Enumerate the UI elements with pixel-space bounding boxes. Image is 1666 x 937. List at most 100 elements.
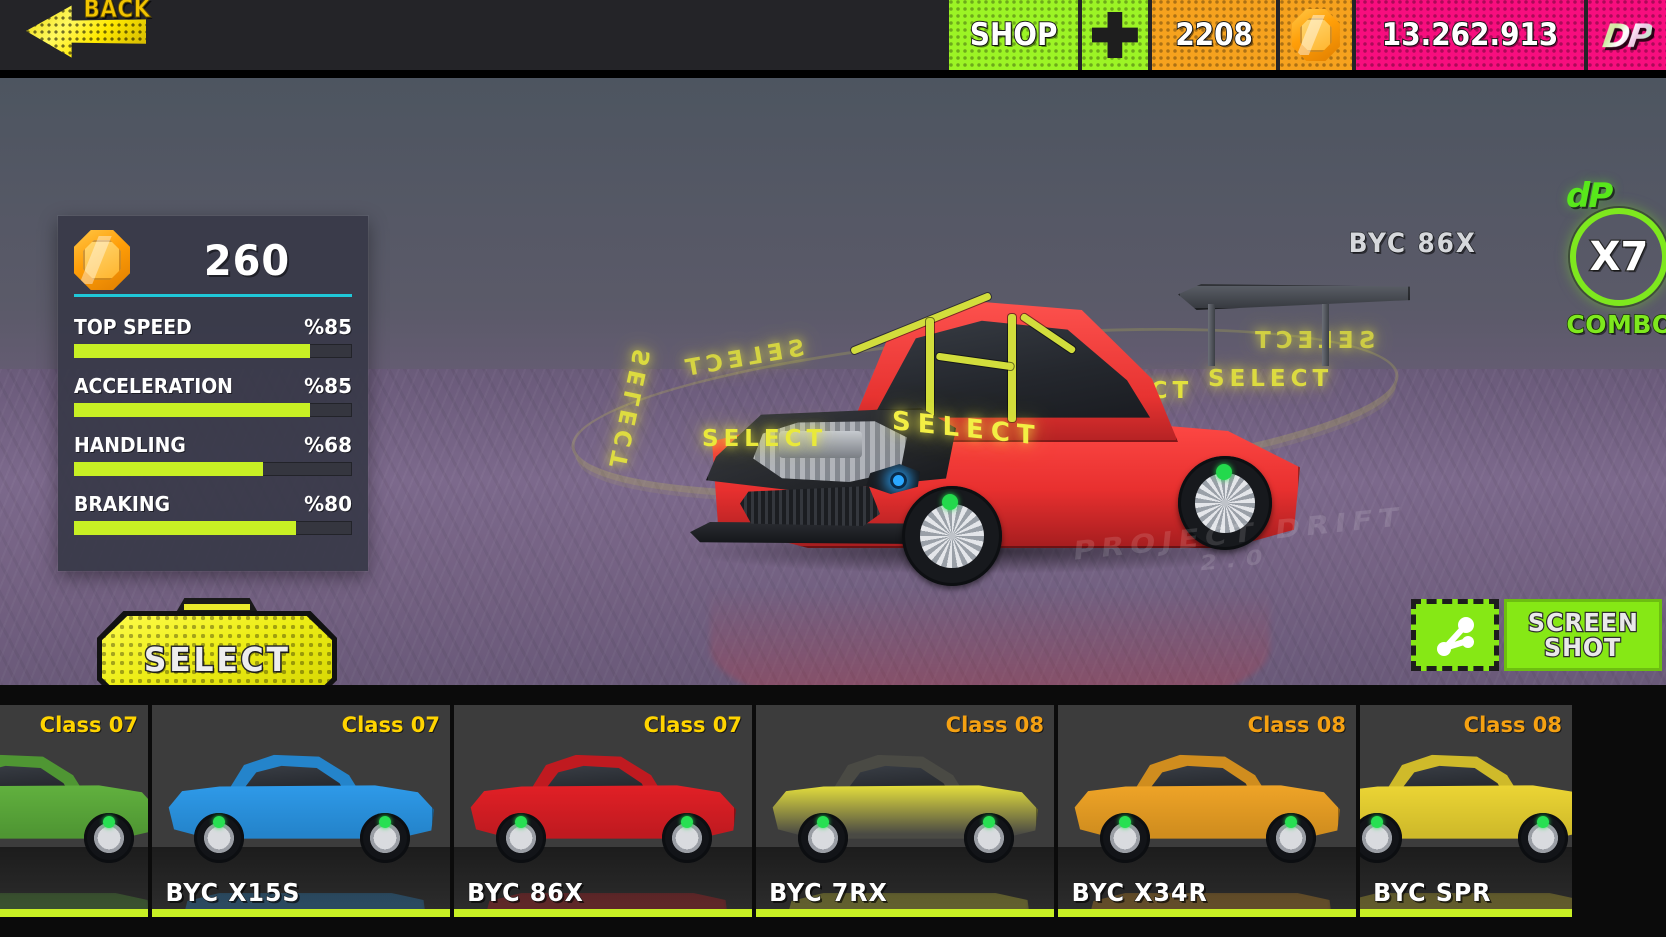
rear-wheel <box>1178 456 1272 550</box>
car-thumbnail <box>468 751 736 855</box>
coin-badge[interactable] <box>1280 0 1352 70</box>
gems-value: 2208 <box>1175 17 1253 53</box>
thumbnail-wheel <box>662 813 712 863</box>
car-card-class: Class 08 <box>1464 713 1562 737</box>
car-card[interactable]: Class 08 BYC SPR <box>1360 705 1572 917</box>
rear-wing <box>1172 274 1412 366</box>
stat-track <box>74 521 352 535</box>
stat-row-top-speed: TOP SPEED %85 <box>68 315 358 358</box>
thumbnail-wheel <box>84 813 134 863</box>
car-card-name: BYC X15S <box>166 878 301 907</box>
thumbnail-wheel <box>964 813 1014 863</box>
thumbnail-wheel <box>798 813 848 863</box>
combo-label: COMBO <box>1556 310 1666 339</box>
thumbnail-wheel <box>1518 813 1568 863</box>
gems-counter[interactable]: 2208 <box>1152 0 1276 70</box>
top-bar: BACK SHOP 2208 13.262.913 DP <box>0 0 1666 78</box>
stat-label: HANDLING <box>74 433 186 457</box>
car-card-underline <box>756 909 1054 917</box>
shop-button[interactable]: SHOP <box>949 0 1078 70</box>
car-card-name: BYC X34R <box>1072 878 1208 907</box>
stat-fill <box>74 403 310 417</box>
car-card-underline <box>454 909 752 917</box>
car-card-underline <box>152 909 450 917</box>
share-button[interactable] <box>1411 599 1499 671</box>
car-card-class: Class 08 <box>1248 713 1346 737</box>
combo-multiplier-ring[interactable]: X7 <box>1570 208 1666 306</box>
front-wheel <box>902 486 1002 586</box>
stat-track <box>74 344 352 358</box>
car-card[interactable]: Class 07 BYC X15S <box>152 705 450 917</box>
car-card[interactable]: Class 07 BYC 86X <box>454 705 752 917</box>
orbit-select-text: SELECT <box>702 426 827 452</box>
car-price-row: 260 <box>68 228 358 292</box>
stat-row-handling: HANDLING %68 <box>68 433 358 476</box>
car-card-name: BYC SPR <box>1373 878 1491 907</box>
car-card-underline <box>1360 909 1572 917</box>
stat-track <box>74 462 352 476</box>
stat-value: %68 <box>304 433 352 457</box>
screenshot-button-group: SCREEN SHOT <box>1411 599 1662 671</box>
add-currency-button[interactable] <box>1082 0 1148 70</box>
stat-label: BRAKING <box>74 492 170 516</box>
dp-logo-badge[interactable]: DP <box>1588 0 1666 70</box>
thumbnail-wheel <box>360 813 410 863</box>
select-button-label: SELECT <box>144 640 291 679</box>
car-card-class: Class 08 <box>946 713 1044 737</box>
stat-label: TOP SPEED <box>74 315 192 339</box>
stat-value: %85 <box>304 315 352 339</box>
car-card[interactable]: Class 08 BYC 7RX <box>756 705 1054 917</box>
car-stats-panel: 260 TOP SPEED %85 ACCELERATION %85 HANDL… <box>58 216 368 571</box>
thumbnail-wheel <box>194 813 244 863</box>
thumbnail-wheel <box>1100 813 1150 863</box>
stat-row-acceleration: ACCELERATION %85 <box>68 374 358 417</box>
car-card-underline <box>1058 909 1356 917</box>
back-button-label: BACK <box>83 0 150 23</box>
car-thumbnail <box>1072 751 1340 855</box>
combo-widget: dP X7 COMBO <box>1556 188 1666 338</box>
coin-icon <box>1292 9 1340 61</box>
selected-car-name: BYC 86X <box>1348 228 1476 259</box>
car-model-byc86x <box>680 268 1320 558</box>
car-card-class: Class 07 <box>342 713 440 737</box>
car-card-class: Class 07 <box>644 713 742 737</box>
front-grille <box>740 486 880 526</box>
stat-fill <box>74 521 296 535</box>
stat-fill <box>74 344 310 358</box>
combo-multiplier-value: X7 <box>1590 234 1649 280</box>
cash-counter[interactable]: 13.262.913 <box>1356 0 1584 70</box>
car-showroom-stage: PROJECT DRIFT 2.0 SELECT SELECT SELECT S… <box>0 78 1666 685</box>
thumbnail-wheel <box>1266 813 1316 863</box>
car-card-name: BYC 7RX <box>769 878 888 907</box>
stat-value: %85 <box>304 374 352 398</box>
car-card-class: Class 07 <box>40 713 138 737</box>
screenshot-button[interactable]: SCREEN SHOT <box>1504 599 1662 671</box>
car-card[interactable]: Class 07 <box>0 705 148 917</box>
car-card-name: BYC 86X <box>467 878 584 907</box>
dp-logo-icon: DP <box>1600 16 1653 55</box>
car-price-value: 260 <box>147 236 347 285</box>
car-thumbnail <box>0 751 148 855</box>
car-preview: SELECT SELECT SELECT SELECT SELECT <box>560 228 1410 648</box>
share-nodes-icon <box>1432 612 1478 658</box>
coin-icon <box>74 230 130 290</box>
stat-value: %80 <box>304 492 352 516</box>
cash-value: 13.262.913 <box>1382 17 1559 53</box>
stat-row-braking: BRAKING %80 <box>68 492 358 535</box>
screenshot-label-line-2: SHOT <box>1544 635 1621 660</box>
car-card[interactable]: Class 08 BYC X34R <box>1058 705 1356 917</box>
panel-divider <box>74 294 352 297</box>
back-button[interactable]: BACK <box>26 0 156 68</box>
car-carousel[interactable]: Class 07Class 07BYC X15SClass 07BYC 86XC… <box>0 685 1666 937</box>
screenshot-label-line-1: SCREEN <box>1528 610 1639 635</box>
stat-label: ACCELERATION <box>74 374 233 398</box>
stat-track <box>74 403 352 417</box>
shop-button-label: SHOP <box>969 17 1057 53</box>
car-thumbnail <box>166 751 434 855</box>
hud-chip-group: SHOP 2208 13.262.913 DP <box>949 0 1666 70</box>
car-thumbnail <box>770 751 1038 855</box>
select-button[interactable]: SELECT <box>102 594 332 685</box>
thumbnail-wheel <box>496 813 546 863</box>
car-carousel-track[interactable]: Class 07Class 07BYC X15SClass 07BYC 86XC… <box>0 705 1666 937</box>
select-button-face[interactable]: SELECT <box>102 616 332 685</box>
